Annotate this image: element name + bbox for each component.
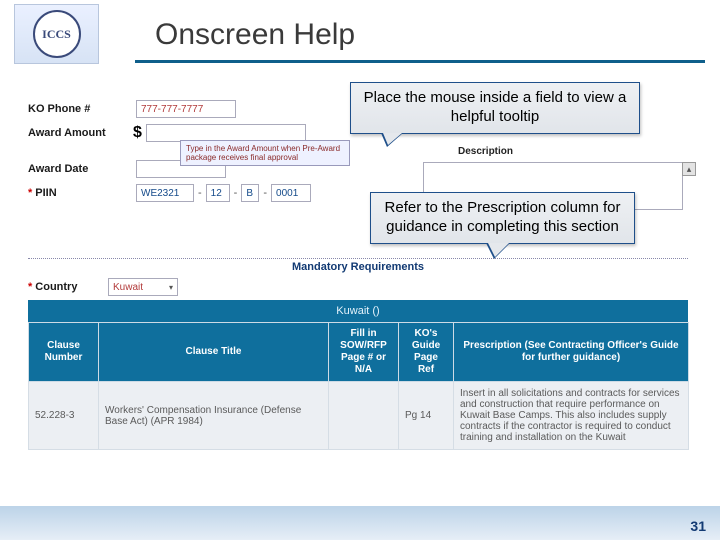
cell-guide: Pg 14 bbox=[399, 382, 454, 450]
cell-clause-number: 52.228-3 bbox=[29, 382, 99, 450]
piin-sep: - bbox=[234, 187, 238, 199]
cell-prescription: Insert in all solicitations and contract… bbox=[454, 382, 689, 450]
requirements-table: Clause Number Clause Title Fill in SOW/R… bbox=[28, 322, 689, 450]
callout-text: Place the mouse inside a field to view a… bbox=[364, 89, 627, 125]
piin-d-field[interactable]: 0001 bbox=[271, 184, 311, 202]
label-award-amount: Award Amount bbox=[28, 127, 136, 139]
piin-b-field[interactable]: 12 bbox=[206, 184, 230, 202]
label-description: Description bbox=[458, 146, 513, 157]
th-fill: Fill in SOW/RFP Page # or N/A bbox=[329, 323, 399, 382]
label-award-date: Award Date bbox=[28, 163, 136, 175]
country-label-text: Country bbox=[35, 281, 77, 293]
dollar-sign: $ bbox=[133, 124, 142, 142]
scroll-up-icon[interactable]: ▴ bbox=[682, 162, 696, 176]
table-row: 52.228-3 Workers' Compensation Insurance… bbox=[29, 382, 689, 450]
chevron-down-icon: ▾ bbox=[169, 283, 173, 292]
slide: ICCS Onscreen Help KO Phone # 777-777-77… bbox=[0, 0, 720, 540]
label-ko-phone: KO Phone # bbox=[28, 103, 136, 115]
piin-c-field[interactable]: B bbox=[241, 184, 259, 202]
th-guide: KO's Guide Page Ref bbox=[399, 323, 454, 382]
piin-a-field[interactable]: WE2321 bbox=[136, 184, 194, 202]
country-value: Kuwait bbox=[113, 282, 143, 293]
callout-tail-icon bbox=[486, 243, 510, 259]
page-number: 31 bbox=[690, 518, 706, 534]
ko-phone-field[interactable]: 777-777-7777 bbox=[136, 100, 236, 118]
row-country: *Country Kuwait ▾ bbox=[28, 278, 178, 296]
form-screenshot: KO Phone # 777-777-7777 Award Amount $ T… bbox=[28, 100, 688, 500]
cell-clause-title: Workers' Compensation Insurance (Defense… bbox=[99, 382, 329, 450]
country-select[interactable]: Kuwait ▾ bbox=[108, 278, 178, 296]
th-clause-number: Clause Number bbox=[29, 323, 99, 382]
footer-band bbox=[0, 506, 720, 540]
label-piin: *PIIN bbox=[28, 187, 136, 199]
country-section-bar: Kuwait () bbox=[28, 300, 688, 322]
th-clause-title: Clause Title bbox=[99, 323, 329, 382]
label-country: *Country bbox=[28, 281, 108, 293]
hover-tooltip: Type in the Award Amount when Pre-Award … bbox=[180, 140, 350, 166]
callout-tail-icon bbox=[381, 133, 403, 147]
piin-sep: - bbox=[198, 187, 202, 199]
callout-tooltip-hint: Place the mouse inside a field to view a… bbox=[350, 82, 640, 134]
callout-prescription-hint: Refer to the Prescription column for gui… bbox=[370, 192, 635, 244]
piin-sep: - bbox=[263, 187, 267, 199]
th-prescription: Prescription (See Contracting Officer's … bbox=[454, 323, 689, 382]
logo-text: ICCS bbox=[33, 10, 81, 58]
page-title: Onscreen Help bbox=[155, 18, 355, 52]
table-header-row: Clause Number Clause Title Fill in SOW/R… bbox=[29, 323, 689, 382]
cell-fill[interactable] bbox=[329, 382, 399, 450]
title-underline bbox=[135, 60, 705, 63]
mandatory-heading: Mandatory Requirements bbox=[28, 258, 688, 273]
callout-text: Refer to the Prescription column for gui… bbox=[385, 199, 621, 235]
piin-label-text: PIIN bbox=[35, 187, 56, 199]
logo: ICCS bbox=[14, 4, 99, 64]
